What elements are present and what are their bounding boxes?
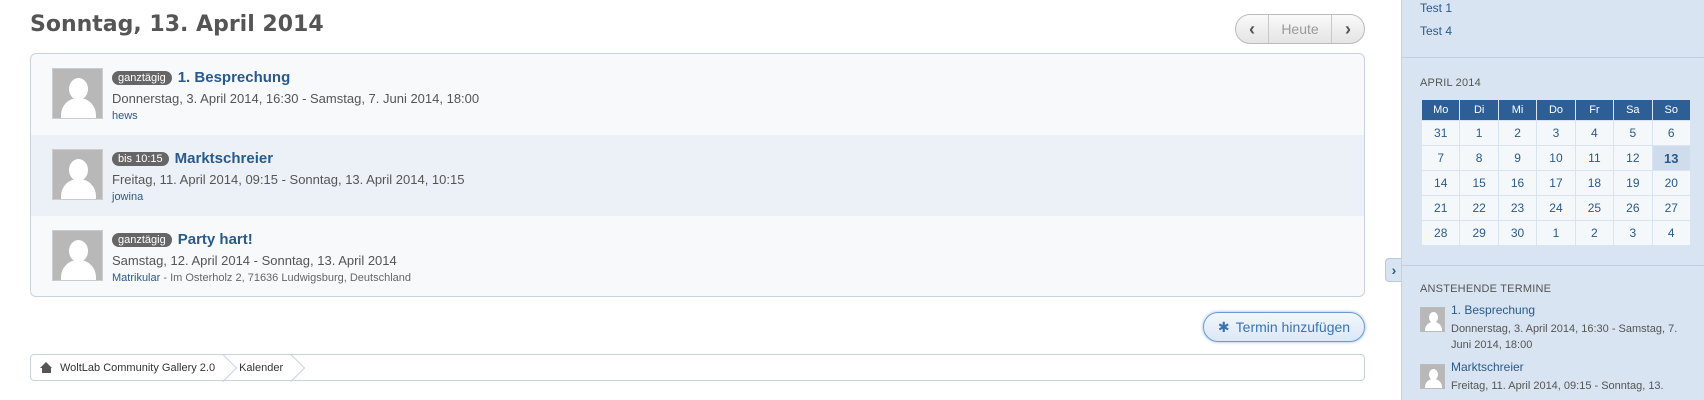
calendar-day[interactable]: 22 — [1460, 196, 1498, 220]
sidebar-collapse-button[interactable]: › — [1385, 258, 1402, 282]
event-title-link[interactable]: Marktschreier — [175, 150, 273, 167]
breadcrumb-label: WoltLab Community Gallery 2.0 — [60, 361, 216, 374]
calendar-day[interactable]: 21 — [1422, 196, 1460, 220]
event-dates: Donnerstag, 3. April 2014, 16:30 - Samst… — [112, 91, 480, 106]
calendar-day[interactable]: 31 — [1422, 121, 1460, 145]
today-button[interactable]: Heute — [1268, 15, 1332, 43]
calendar-day[interactable]: 17 — [1537, 171, 1575, 195]
home-icon — [40, 362, 53, 373]
calendar-day[interactable]: 23 — [1498, 196, 1537, 220]
event-title-link[interactable]: 1. Besprechung — [178, 69, 291, 86]
event-time-badge: bis 10:15 — [112, 151, 169, 166]
calendar-day[interactable]: 27 — [1652, 196, 1690, 220]
add-event-label: Termin hinzufügen — [1235, 319, 1351, 335]
add-event-button[interactable]: ✱ Termin hinzufügen — [1203, 312, 1365, 342]
sidebar-link[interactable]: Test 1 — [1420, 1, 1452, 15]
breadcrumb: WoltLab Community Gallery 2.0 Kalender — [30, 354, 1365, 381]
previous-day-button[interactable]: ‹ — [1236, 15, 1268, 43]
calendar-day-today[interactable]: 13 — [1652, 146, 1690, 170]
breadcrumb-item-gallery[interactable]: WoltLab Community Gallery 2.0 — [31, 355, 227, 380]
calendar-day[interactable]: 4 — [1652, 221, 1690, 245]
event-dates: Samstag, 12. April 2014 - Sonntag, 13. A… — [112, 253, 397, 268]
sidebar-link[interactable]: Test 4 — [1420, 24, 1452, 38]
chevron-left-icon: ‹ — [1249, 18, 1255, 39]
event-user-link[interactable]: Matrikular — [112, 272, 160, 284]
calendar-day[interactable]: 1 — [1460, 121, 1498, 145]
weekday-header: Sa — [1614, 100, 1652, 120]
weekday-header: Do — [1537, 100, 1575, 120]
asterisk-icon: ✱ — [1217, 318, 1230, 335]
weekday-header: Mo — [1422, 100, 1460, 120]
weekday-header: Mi — [1498, 100, 1537, 120]
event-user-link[interactable]: hews — [112, 110, 138, 122]
calendar-day[interactable]: 28 — [1422, 221, 1460, 245]
calendar-day[interactable]: 18 — [1575, 171, 1614, 195]
weekday-header: Di — [1460, 100, 1498, 120]
event-item: bis 10:15 Marktschreier Freitag, 11. Apr… — [31, 135, 1364, 216]
event-user-link[interactable]: jowina — [112, 191, 143, 203]
calendar-day[interactable]: 4 — [1575, 121, 1614, 145]
calendar-day[interactable]: 7 — [1422, 146, 1460, 170]
upcoming-event-dates: Freitag, 11. April 2014, 09:15 - Sonntag… — [1451, 380, 1664, 392]
divider — [1402, 57, 1704, 58]
chevron-right-icon: › — [1391, 262, 1397, 278]
avatar[interactable] — [52, 68, 103, 119]
calendar-day[interactable]: 20 — [1652, 171, 1690, 195]
event-list: ganztägig 1. Besprechung Donnerstag, 3. … — [30, 53, 1365, 297]
calendar-day[interactable]: 1 — [1537, 221, 1575, 245]
calendar-day[interactable]: 11 — [1575, 146, 1614, 170]
calendar-day[interactable]: 25 — [1575, 196, 1614, 220]
event-time-badge: ganztägig — [112, 70, 172, 85]
calendar-day[interactable]: 2 — [1575, 221, 1614, 245]
event-dates: Freitag, 11. April 2014, 09:15 - Sonntag… — [112, 172, 465, 187]
avatar[interactable] — [52, 149, 103, 200]
avatar[interactable] — [1420, 307, 1445, 332]
calendar-day[interactable]: 29 — [1460, 221, 1498, 245]
weekday-header: Fr — [1575, 100, 1614, 120]
upcoming-event-dates: Donnerstag, 3. April 2014, 16:30 - Samst… — [1451, 323, 1678, 351]
calendar-day[interactable]: 15 — [1460, 171, 1498, 195]
weekday-header: So — [1652, 100, 1690, 120]
calendar-day[interactable]: 26 — [1614, 196, 1652, 220]
mini-calendar: Mo Di Mi Do Fr Sa So 31 1 2 3 4 5 6 7 8 — [1421, 99, 1691, 246]
next-day-button[interactable]: › — [1332, 15, 1364, 43]
date-navigation: ‹ Heute › — [1235, 14, 1365, 44]
calendar-day[interactable]: 6 — [1652, 121, 1690, 145]
calendar-day[interactable]: 3 — [1614, 221, 1652, 245]
calendar-day[interactable]: 24 — [1537, 196, 1575, 220]
upcoming-event-title-link[interactable]: 1. Besprechung — [1451, 303, 1535, 317]
calendar-day[interactable]: 8 — [1460, 146, 1498, 170]
sidebar: Test 1 Test 4 APRIL 2014 Mo Di Mi Do Fr … — [1401, 0, 1704, 400]
breadcrumb-item-calendar[interactable]: Kalender — [227, 355, 295, 380]
event-item: ganztägig 1. Besprechung Donnerstag, 3. … — [31, 54, 1364, 135]
calendar-day[interactable]: 19 — [1614, 171, 1652, 195]
breadcrumb-label: Kalender — [239, 361, 284, 374]
event-item: ganztägig Party hart! Samstag, 12. April… — [31, 216, 1364, 296]
page-title: Sonntag, 13. April 2014 — [30, 12, 324, 37]
event-location: - Im Osterholz 2, 71636 Ludwigsburg, Deu… — [160, 272, 411, 284]
calendar-day[interactable]: 12 — [1614, 146, 1652, 170]
avatar[interactable] — [1420, 364, 1445, 389]
calendar-day[interactable]: 2 — [1498, 121, 1537, 145]
calendar-day[interactable]: 5 — [1614, 121, 1652, 145]
event-time-badge: ganztägig — [112, 232, 172, 247]
calendar-day[interactable]: 10 — [1537, 146, 1575, 170]
upcoming-events-heading: ANSTEHENDE TERMINE — [1420, 283, 1552, 295]
upcoming-event-title-link[interactable]: Marktschreier — [1451, 360, 1524, 374]
chevron-right-icon: › — [1345, 18, 1351, 39]
divider — [1402, 265, 1704, 266]
calendar-day[interactable]: 30 — [1498, 221, 1537, 245]
calendar-day[interactable]: 9 — [1498, 146, 1537, 170]
calendar-day[interactable]: 14 — [1422, 171, 1460, 195]
calendar-day[interactable]: 16 — [1498, 171, 1537, 195]
main-content: Sonntag, 13. April 2014 ‹ Heute › ganztä… — [30, 0, 1365, 400]
avatar[interactable] — [52, 230, 103, 281]
calendar-heading: APRIL 2014 — [1420, 77, 1481, 89]
calendar-day[interactable]: 3 — [1537, 121, 1575, 145]
event-title-link[interactable]: Party hart! — [178, 231, 253, 248]
